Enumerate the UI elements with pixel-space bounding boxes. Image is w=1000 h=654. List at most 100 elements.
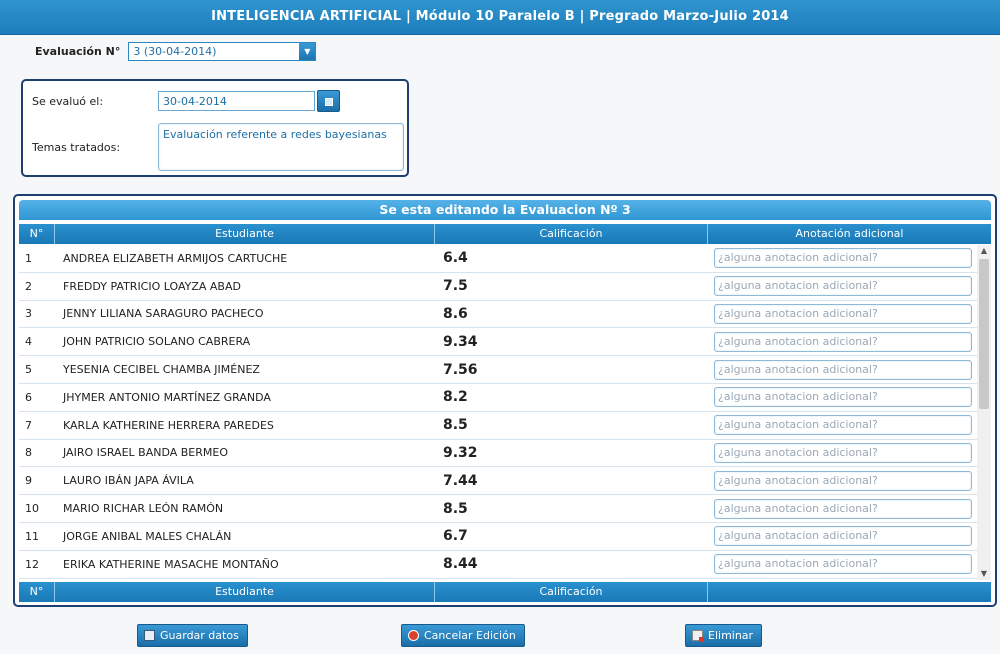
- grid-header: N° Estudiante Calificación Anotación adi…: [19, 224, 991, 244]
- column-header-note[interactable]: Anotación adicional: [708, 224, 991, 244]
- column-header-number[interactable]: N°: [19, 224, 55, 244]
- column-header-grade[interactable]: Calificación: [435, 224, 708, 244]
- grid-caption: Se esta editando la Evaluacion Nº 3: [19, 200, 991, 220]
- column-header-student[interactable]: Estudiante: [55, 224, 435, 244]
- student-name: MARIO RICHAR LEÓN RAMÓN: [63, 502, 224, 516]
- note-input[interactable]: ¿alguna anotacion adicional?: [714, 331, 972, 352]
- grade-value[interactable]: 7.44: [435, 473, 708, 489]
- row-number: 4: [25, 335, 32, 349]
- grade-value[interactable]: 8.5: [435, 417, 708, 433]
- student-name: JENNY LILIANA SARAGURO PACHECO: [63, 307, 264, 321]
- note-input[interactable]: ¿alguna anotacion adicional?: [714, 498, 972, 519]
- note-input[interactable]: ¿alguna anotacion adicional?: [714, 387, 972, 408]
- evaluation-label: Evaluación N°: [35, 44, 121, 58]
- row-number: 2: [25, 279, 32, 293]
- note-input[interactable]: ¿alguna anotacion adicional?: [714, 442, 972, 463]
- table-row: 2 FREDDY PATRICIO LOAYZA ABAD 7.5 ¿alguna a…: [19, 273, 977, 301]
- chevron-down-icon[interactable]: ▼: [299, 42, 316, 60]
- scrollbar-thumb[interactable]: [979, 259, 989, 409]
- note-input[interactable]: ¿alguna anotacion adicional?: [714, 359, 972, 380]
- table-row: 7 KARLA KATHERINE HERRERA PAREDES 8.5 ¿algu…: [19, 412, 977, 440]
- note-input[interactable]: ¿alguna anotacion adicional?: [714, 554, 972, 575]
- note-input[interactable]: ¿alguna anotacion adicional?: [714, 303, 972, 324]
- row-number: 9: [25, 474, 32, 488]
- evaluation-select[interactable]: 3 (30-04-2014) ▼: [128, 41, 317, 61]
- scroll-down-icon[interactable]: ▼: [977, 568, 991, 580]
- grade-value[interactable]: 9.34: [435, 334, 708, 350]
- student-name: JAIRO ISRAEL BANDA BERMEO: [63, 446, 228, 460]
- evaluation-info-panel: Se evaluó el: 30-04-2014 Temas tratados:…: [21, 79, 409, 177]
- grade-value[interactable]: 9.32: [435, 445, 708, 461]
- student-name: ERIKA KATHERINE MASACHE MONTAÑO: [63, 557, 279, 571]
- evaluation-select-value: 3 (30-04-2014): [133, 44, 217, 58]
- save-icon: [144, 630, 155, 641]
- note-input[interactable]: ¿alguna anotacion adicional?: [714, 415, 972, 436]
- grid-footer: N° Estudiante Calificación: [19, 582, 991, 602]
- grade-value[interactable]: 8.44: [435, 556, 708, 572]
- row-number: 1: [25, 251, 32, 265]
- table-row: 4 JOHN PATRICIO SOLANO CABRERA 9.34 ¿alguna…: [19, 328, 977, 357]
- note-input[interactable]: ¿alguna anotacion adicional?: [714, 276, 972, 297]
- student-name: KARLA KATHERINE HERRERA PAREDES: [63, 418, 274, 432]
- footer-column-number: N°: [19, 582, 55, 602]
- table-row: 11 JORGE ANIBAL MALES CHALÁN 6.7 ¿alguna an…: [19, 523, 977, 551]
- table-row: 10 MARIO RICHAR LEÓN RAMÓN 8.5 ¿alguna anot…: [19, 495, 977, 523]
- grades-grid: Se esta editando la Evaluacion Nº 3 N° E…: [13, 194, 997, 607]
- delete-icon: [692, 630, 704, 642]
- note-input[interactable]: ¿alguna anotacion adicional?: [714, 526, 972, 547]
- student-name: JORGE ANIBAL MALES CHALÁN: [63, 529, 232, 543]
- cancel-icon: [408, 630, 419, 641]
- page-title: INTELIGENCIA ARTIFICIAL | Módulo 10 Para…: [0, 0, 1000, 35]
- footer-column-student: Estudiante: [55, 582, 435, 602]
- student-name: ANDREA ELIZABETH ARMIJOS CARTUCHE: [63, 251, 288, 265]
- calendar-icon: [325, 98, 333, 106]
- grade-value[interactable]: 8.6: [435, 306, 708, 322]
- topics-textarea[interactable]: Evaluación referente a redes bayesianas: [158, 123, 404, 171]
- grid-scrollbar[interactable]: ▲ ▼: [977, 245, 991, 580]
- student-name: LAURO IBÁN JAPA ÁVILA: [63, 474, 194, 488]
- row-number: 3: [25, 307, 32, 321]
- table-row: 12 ERIKA KATHERINE MASACHE MONTAÑO 8.44 ¿al…: [19, 551, 977, 579]
- grid-body: 1 ANDREA ELIZABETH ARMIJOS CARTUCHE 6.4 ¿al…: [19, 245, 977, 580]
- evaluation-selector-row: Evaluación N° 3 (30-04-2014) ▼: [35, 41, 317, 61]
- grade-value[interactable]: 8.2: [435, 389, 708, 405]
- grade-value[interactable]: 6.7: [435, 528, 708, 544]
- note-input[interactable]: ¿alguna anotacion adicional?: [714, 470, 972, 491]
- grade-value[interactable]: 7.56: [435, 362, 708, 378]
- delete-button-label: Eliminar: [708, 629, 754, 642]
- table-row: 3 JENNY LILIANA SARAGURO PACHECO 8.6 ¿algun…: [19, 301, 977, 329]
- date-label: Se evaluó el:: [32, 95, 104, 108]
- table-row: 5 YESENIA CECIBEL CHAMBA JIMÉNEZ 7.56 ¿algu…: [19, 356, 977, 384]
- row-number: 8: [25, 446, 32, 460]
- scroll-up-icon[interactable]: ▲: [977, 245, 991, 257]
- footer-column-grade: Calificación: [435, 582, 708, 602]
- table-row: 8 JAIRO ISRAEL BANDA BERMEO 9.32 ¿alguna an…: [19, 440, 977, 468]
- calendar-button[interactable]: [317, 90, 340, 112]
- student-name: FREDDY PATRICIO LOAYZA ABAD: [63, 279, 241, 293]
- student-name: JHYMER ANTONIO MARTÍNEZ GRANDA: [63, 390, 271, 404]
- grade-value[interactable]: 7.5: [435, 278, 708, 294]
- row-number: 5: [25, 363, 32, 377]
- save-button[interactable]: Guardar datos: [137, 624, 248, 647]
- grade-value[interactable]: 8.5: [435, 501, 708, 517]
- row-number: 12: [25, 557, 39, 571]
- note-input[interactable]: ¿alguna anotacion adicional?: [714, 248, 972, 269]
- student-name: JOHN PATRICIO SOLANO CABRERA: [63, 335, 251, 349]
- date-field-value: 30-04-2014: [163, 95, 227, 108]
- topics-textarea-value: Evaluación referente a redes bayesianas: [163, 128, 387, 141]
- cancel-button-label: Cancelar Edición: [424, 629, 516, 642]
- date-field[interactable]: 30-04-2014: [158, 91, 315, 111]
- topics-label: Temas tratados:: [32, 141, 121, 154]
- row-number: 11: [25, 529, 39, 543]
- cancel-edit-button[interactable]: Cancelar Edición: [401, 624, 525, 647]
- table-row: 1 ANDREA ELIZABETH ARMIJOS CARTUCHE 6.4 ¿al…: [19, 245, 977, 273]
- table-row: 6 JHYMER ANTONIO MARTÍNEZ GRANDA 8.2 ¿algun…: [19, 384, 977, 412]
- footer-column-note: [708, 582, 991, 602]
- save-button-label: Guardar datos: [160, 629, 239, 642]
- grade-value[interactable]: 6.4: [435, 250, 708, 266]
- table-row: 9 LAURO IBÁN JAPA ÁVILA 7.44 ¿alguna anotac…: [19, 467, 977, 496]
- student-name: YESENIA CECIBEL CHAMBA JIMÉNEZ: [63, 363, 260, 377]
- row-number: 7: [25, 418, 32, 432]
- delete-button[interactable]: Eliminar: [685, 624, 763, 647]
- row-number: 6: [25, 390, 32, 404]
